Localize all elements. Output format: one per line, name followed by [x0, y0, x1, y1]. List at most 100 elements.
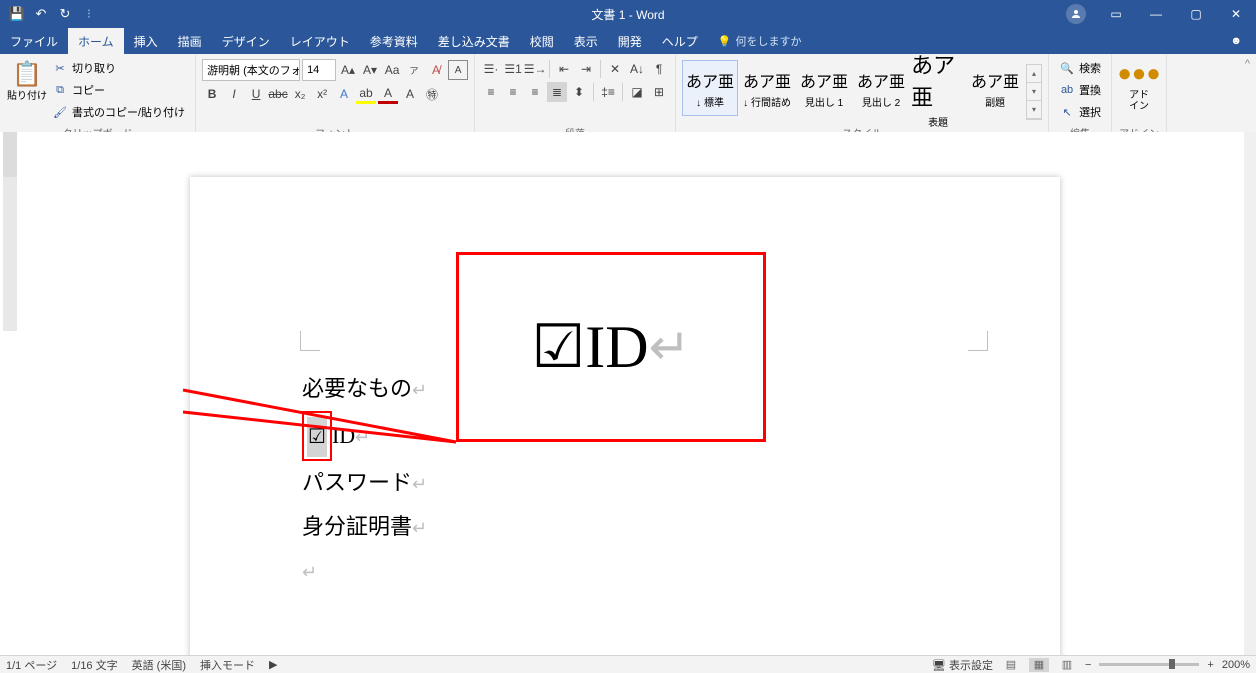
- copy-label: コピー: [72, 82, 105, 98]
- redo-icon[interactable]: ↻: [54, 3, 76, 25]
- zoom-thumb[interactable]: [1169, 659, 1175, 669]
- tab-home[interactable]: ホーム: [68, 28, 124, 54]
- underline-button[interactable]: U: [246, 84, 266, 104]
- save-icon[interactable]: 💾: [6, 3, 28, 25]
- ribbon-display-icon[interactable]: ▭: [1096, 0, 1136, 28]
- shrink-font-icon[interactable]: A▾: [360, 60, 380, 80]
- distribute-icon[interactable]: ⬍: [569, 82, 589, 102]
- status-insert-mode[interactable]: 挿入モード: [200, 657, 255, 673]
- style-title[interactable]: あア亜表題: [910, 60, 966, 116]
- shading-icon[interactable]: ◪: [627, 82, 647, 102]
- zoom-in-button[interactable]: +: [1207, 659, 1213, 671]
- maximize-icon[interactable]: ▢: [1176, 0, 1216, 28]
- vertical-scrollbar[interactable]: [1244, 132, 1256, 655]
- increase-indent-icon[interactable]: ⇥: [576, 59, 596, 79]
- styles-more[interactable]: ▴▾▾: [1026, 64, 1042, 120]
- tab-draw[interactable]: 描画: [168, 28, 212, 54]
- tab-design[interactable]: デザイン: [212, 28, 280, 54]
- bullets-icon[interactable]: ☰·: [481, 59, 501, 79]
- callout-text: ID: [585, 313, 648, 382]
- tab-review[interactable]: 校閲: [520, 28, 564, 54]
- change-case-icon[interactable]: Aa: [382, 60, 402, 80]
- align-left-icon[interactable]: ≡: [481, 82, 501, 102]
- replace-button[interactable]: ab置換: [1059, 80, 1101, 100]
- undo-icon[interactable]: ↶: [30, 3, 52, 25]
- sort-icon[interactable]: A↓: [627, 59, 647, 79]
- qat-customize-icon[interactable]: ⁝: [78, 3, 100, 25]
- view-read-icon[interactable]: ▤: [1001, 658, 1021, 672]
- align-right-icon[interactable]: ≡: [525, 82, 545, 102]
- search-icon: 🔍: [1059, 62, 1075, 75]
- view-web-icon[interactable]: ▥: [1057, 658, 1077, 672]
- minimize-icon[interactable]: —: [1136, 0, 1176, 28]
- zoom-out-button[interactable]: −: [1085, 659, 1091, 671]
- highlight-icon[interactable]: ab: [356, 84, 376, 104]
- document-body[interactable]: 必要なもの↵ ☑ID↵ パスワード↵ 身分証明書↵ ↵: [302, 367, 427, 593]
- tab-mailings[interactable]: 差し込み文書: [428, 28, 520, 54]
- character-shading-icon[interactable]: A: [400, 84, 420, 104]
- close-icon[interactable]: ✕: [1216, 0, 1256, 28]
- style-subtitle[interactable]: あア亜副題: [967, 60, 1023, 116]
- enclose-characters-icon[interactable]: A: [448, 60, 468, 80]
- select-button[interactable]: ↖選択: [1059, 102, 1101, 122]
- italic-button[interactable]: I: [224, 84, 244, 104]
- font-size-input[interactable]: 14: [302, 59, 336, 81]
- tell-me[interactable]: 💡 何をしますか: [708, 28, 812, 54]
- cut-label: 切り取り: [72, 60, 116, 76]
- bold-button[interactable]: B: [202, 84, 222, 104]
- style-heading2[interactable]: あア亜見出し 2: [853, 60, 909, 116]
- line-spacing-icon[interactable]: ‡≡: [598, 82, 618, 102]
- view-print-icon[interactable]: ▦: [1029, 658, 1049, 672]
- show-marks-icon[interactable]: ¶: [649, 59, 669, 79]
- clear-formatting-icon[interactable]: A̸: [426, 60, 446, 80]
- tab-insert[interactable]: 挿入: [124, 28, 168, 54]
- document-canvas[interactable]: 必要なもの↵ ☑ID↵ パスワード↵ 身分証明書↵ ↵ ☑ID↵: [20, 132, 1244, 655]
- status-word-count[interactable]: 1/16 文字: [71, 657, 117, 673]
- multilevel-list-icon[interactable]: ☰→: [525, 59, 545, 79]
- addin-button[interactable]: ●●● アド イン: [1118, 56, 1160, 112]
- tab-view[interactable]: 表示: [564, 28, 608, 54]
- style-normal[interactable]: あア亜↓ 標準: [682, 60, 738, 116]
- tab-file[interactable]: ファイル: [0, 28, 68, 54]
- tab-references[interactable]: 参考資料: [360, 28, 428, 54]
- tab-help[interactable]: ヘルプ: [652, 28, 708, 54]
- text-direction-icon[interactable]: ✕: [605, 59, 625, 79]
- font-color-icon[interactable]: A: [378, 84, 398, 104]
- status-page[interactable]: 1/1 ページ: [6, 657, 57, 673]
- zoom-slider[interactable]: [1099, 663, 1199, 666]
- align-center-icon[interactable]: ≡: [503, 82, 523, 102]
- feedback-icon[interactable]: ☻: [1216, 28, 1256, 54]
- borders-icon[interactable]: ⊞: [649, 82, 669, 102]
- paragraph-mark-icon: ↵: [412, 518, 427, 538]
- copy-button[interactable]: ⧉コピー: [52, 80, 185, 100]
- style-nospacing[interactable]: あア亜↓ 行間詰め: [739, 60, 795, 116]
- decrease-indent-icon[interactable]: ⇤: [554, 59, 574, 79]
- subscript-button[interactable]: x₂: [290, 84, 310, 104]
- margin-mark-icon: [300, 331, 320, 351]
- status-macro-icon[interactable]: ▶: [269, 658, 277, 671]
- title-bar: 💾 ↶ ↻ ⁝ 文書 1 - Word ▭ — ▢ ✕: [0, 0, 1256, 28]
- superscript-button[interactable]: x²: [312, 84, 332, 104]
- account-avatar-icon[interactable]: [1066, 4, 1086, 24]
- collapse-ribbon-icon[interactable]: ^: [1239, 54, 1256, 141]
- font-name-input[interactable]: 游明朝 (本文のフォン: [202, 59, 300, 81]
- status-display-settings[interactable]: 🖥 表示設定: [932, 657, 993, 673]
- format-painter-button[interactable]: 🖌書式のコピー/貼り付け: [52, 102, 185, 122]
- style-heading1[interactable]: あア亜見出し 1: [796, 60, 852, 116]
- group-styles: あア亜↓ 標準 あア亜↓ 行間詰め あア亜見出し 1 あア亜見出し 2 あア亜表…: [676, 54, 1049, 141]
- numbering-icon[interactable]: ☰1: [503, 59, 523, 79]
- enclose-text-icon[interactable]: ㊕: [422, 84, 442, 104]
- find-button[interactable]: 🔍検索: [1059, 58, 1101, 78]
- justify-icon[interactable]: ≣: [547, 82, 567, 102]
- grow-font-icon[interactable]: A▴: [338, 60, 358, 80]
- cut-button[interactable]: ✂切り取り: [52, 58, 185, 78]
- tab-developer[interactable]: 開発: [608, 28, 652, 54]
- phonetic-guide-icon[interactable]: ア: [404, 60, 424, 80]
- zoom-level[interactable]: 200%: [1222, 659, 1250, 671]
- status-language[interactable]: 英語 (米国): [132, 657, 186, 673]
- paste-button[interactable]: 📋 貼り付け: [6, 56, 48, 102]
- text-line: 身分証明書: [302, 514, 412, 539]
- strikethrough-button[interactable]: abc: [268, 84, 288, 104]
- text-effects-icon[interactable]: A: [334, 84, 354, 104]
- tab-layout[interactable]: レイアウト: [280, 28, 360, 54]
